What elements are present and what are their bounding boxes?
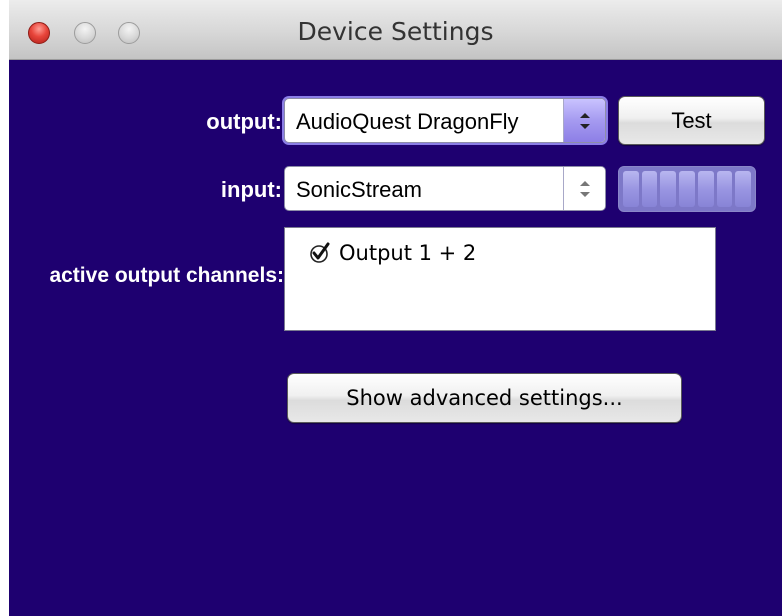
meter-segment — [697, 171, 714, 207]
meter-segment — [660, 171, 677, 207]
channel-item-output-1-2[interactable]: Output 1 + 2 — [309, 241, 476, 265]
meter-segment — [623, 171, 639, 207]
up-down-chevron-icon — [580, 181, 590, 197]
output-device-value: AudioQuest DragonFly — [296, 109, 519, 134]
window-title: Device Settings — [297, 17, 494, 46]
show-advanced-settings-button[interactable]: Show advanced settings... — [287, 373, 682, 423]
output-popup-arrows[interactable] — [563, 99, 605, 142]
meter-segment — [679, 171, 695, 207]
meter-segment — [716, 171, 733, 207]
channel-item-label: Output 1 + 2 — [339, 241, 477, 265]
device-settings-window: Device Settings output: AudioQuest Drago… — [9, 0, 782, 616]
active-channels-label: active output channels: — [49, 264, 284, 287]
output-label: output: — [206, 109, 282, 134]
active-channels-list[interactable]: Output 1 + 2 — [284, 227, 716, 331]
title-bar[interactable]: Device Settings — [9, 0, 782, 60]
checkmark-icon[interactable] — [309, 242, 331, 264]
input-device-value: SonicStream — [296, 177, 422, 202]
test-button[interactable]: Test — [618, 96, 765, 145]
meter-segment — [735, 171, 752, 207]
input-label: input: — [220, 177, 282, 202]
input-level-meter — [618, 166, 756, 212]
meter-segment — [641, 171, 658, 207]
input-popup-arrows[interactable] — [563, 167, 605, 210]
output-device-popup[interactable]: AudioQuest DragonFly — [284, 98, 606, 143]
input-device-popup[interactable]: SonicStream — [284, 166, 606, 211]
up-down-chevron-icon — [580, 113, 590, 129]
